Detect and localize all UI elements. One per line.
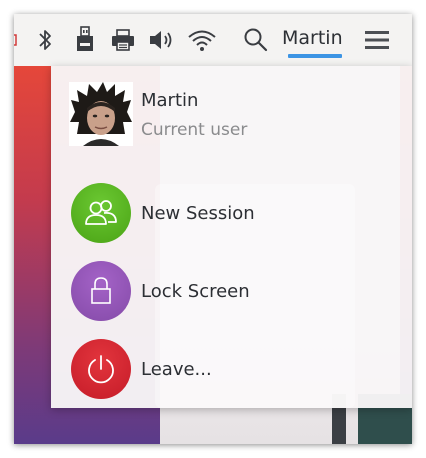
user-status: Current user — [141, 120, 248, 140]
leave-label: Leave... — [141, 358, 212, 380]
volume-icon[interactable] — [148, 26, 176, 54]
bluetooth-icon[interactable] — [36, 26, 54, 54]
active-indicator — [288, 54, 342, 58]
new-session-button[interactable]: New Session — [71, 182, 391, 244]
wifi-icon[interactable] — [186, 26, 218, 54]
lock-icon — [71, 261, 131, 321]
lock-screen-button[interactable]: Lock Screen — [71, 260, 391, 322]
desktop-window: Martin Martin Current user New Session L… — [14, 14, 412, 444]
current-user-row: Martin Current user — [69, 82, 389, 148]
user-name: Martin — [141, 90, 199, 111]
top-panel: Martin — [14, 14, 412, 66]
hamburger-menu-icon[interactable] — [364, 26, 390, 54]
avatar — [69, 82, 133, 146]
panel-user-name[interactable]: Martin — [282, 27, 343, 53]
clipped-tray-icon[interactable] — [14, 26, 20, 54]
printer-icon[interactable] — [110, 26, 136, 54]
search-icon[interactable] — [243, 26, 269, 54]
power-icon — [71, 339, 131, 399]
lock-screen-label: Lock Screen — [141, 280, 250, 302]
leave-button[interactable]: Leave... — [71, 338, 391, 400]
users-icon — [71, 183, 131, 243]
usb-drive-icon[interactable] — [74, 26, 96, 54]
user-switcher-popup: Martin Current user New Session Lock Scr… — [51, 66, 412, 408]
new-session-label: New Session — [141, 202, 255, 224]
